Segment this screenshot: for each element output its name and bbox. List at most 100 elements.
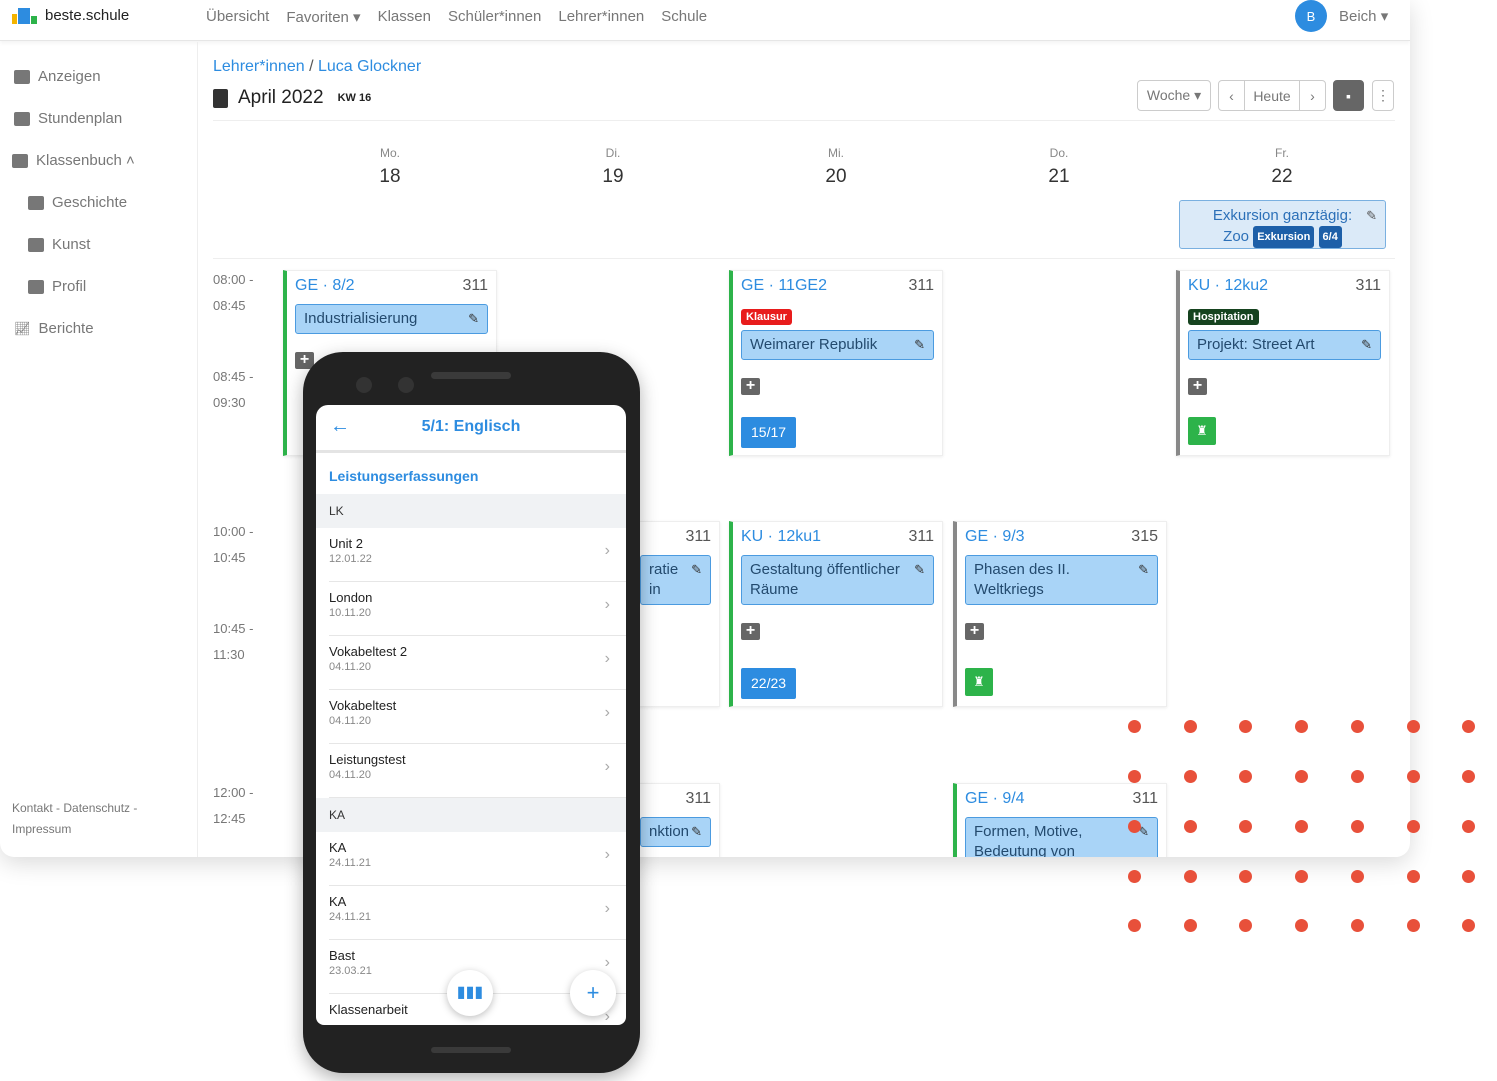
status-icon[interactable]: ♜ <box>965 668 993 696</box>
add-button[interactable]: + <box>570 970 616 1016</box>
decorative-dot <box>1239 919 1253 932</box>
list-item[interactable]: KA 24.11.21 › <box>329 832 626 886</box>
item-name: Vokabeltest <box>329 698 397 713</box>
lesson-room: 311 <box>1355 277 1381 294</box>
chevron-right-icon: › <box>604 846 610 863</box>
status-icon[interactable]: ♜ <box>1188 417 1216 445</box>
decorative-dot <box>1128 770 1141 783</box>
page-title: April 2022 KW 16 <box>213 87 371 109</box>
user-menu[interactable]: B Beich ▾ <box>1295 0 1388 32</box>
logo-icon <box>12 6 37 24</box>
list-item[interactable]: Unit 2 12.01.22 › <box>329 528 626 582</box>
sidebar-item-geschichte[interactable]: Geschichte <box>28 194 127 211</box>
list-item[interactable]: Leistungstest 04.11.20 › <box>329 744 626 798</box>
pencil-icon[interactable]: ✎ <box>914 560 925 580</box>
nav-schule[interactable]: Schule <box>661 8 707 26</box>
group-header: KA <box>316 798 626 832</box>
app-logo[interactable]: beste.schule <box>12 6 129 24</box>
lesson-topic[interactable]: nktion ✎ <box>640 817 711 847</box>
pencil-icon[interactable]: ✎ <box>691 560 702 580</box>
breadcrumb-current[interactable]: Luca Glockner <box>318 58 421 75</box>
sidebar-item-kunst[interactable]: Kunst <box>28 236 90 253</box>
lesson-topic[interactable]: Projekt: Street Art ✎ <box>1188 330 1381 360</box>
list-item[interactable]: Vokabeltest 04.11.20 › <box>329 690 626 744</box>
add-icon[interactable]: + <box>965 623 984 640</box>
lesson-class[interactable]: KU · 12ku1 <box>741 528 821 546</box>
list-item[interactable]: London 10.11.20 › <box>329 582 626 636</box>
list-item[interactable]: KA 24.11.21 › <box>329 886 626 940</box>
lesson-class[interactable]: GE · 9/4 <box>965 790 1025 808</box>
label: Berichte <box>38 320 94 337</box>
time-slot: 12:00 - 12:45 <box>213 780 253 832</box>
footer-links[interactable]: Kontakt - Datenschutz - Impressum <box>12 798 162 840</box>
pencil-icon[interactable]: ✎ <box>468 309 479 329</box>
attendance-count[interactable]: 22/23 <box>741 668 797 699</box>
prev-button[interactable]: ‹ <box>1218 80 1245 111</box>
add-icon[interactable]: + <box>741 623 760 640</box>
nav-favoriten[interactable]: Favoriten ▾ <box>286 8 360 26</box>
more-icon[interactable]: ⋮ <box>1372 80 1394 111</box>
phone-title: 5/1: Englisch <box>421 418 521 435</box>
sidebar-item-profil[interactable]: Profil <box>28 278 86 295</box>
day-date: 19 <box>602 166 624 187</box>
lesson-tag: Hospitation <box>1188 309 1259 325</box>
month-title: April 2022 <box>238 87 324 108</box>
nav-klassen[interactable]: Klassen <box>378 8 431 26</box>
sidebar-item-berichte[interactable]: 📈︎ Berichte <box>14 320 94 337</box>
topic-text: Industrialisierung <box>304 310 418 327</box>
calendar-icon[interactable]: ▪ <box>1333 80 1364 111</box>
lesson-class[interactable]: GE · 9/3 <box>965 528 1025 546</box>
decorative-dot <box>1406 919 1420 932</box>
lesson-card[interactable]: KU · 12ku2 311 Hospitation Projekt: Street … <box>1176 270 1390 456</box>
add-icon[interactable]: + <box>741 378 760 395</box>
time-end: 08:45 <box>213 298 246 313</box>
sidebar: Anzeigen Stundenplan Klassenbuch ˄ Gesch… <box>0 42 198 857</box>
lesson-class[interactable]: GE · 8/2 <box>295 277 355 295</box>
lesson-class[interactable]: GE · 11GE2 <box>741 277 827 295</box>
label: Stundenplan <box>38 110 123 127</box>
list-item[interactable]: Vokabeltest 2 04.11.20 › <box>329 636 626 690</box>
sidebar-item-klassenbuch[interactable]: Klassenbuch ˄ <box>12 152 135 169</box>
allday-event[interactable]: Exkursion ganztägig: ✎ Zoo Exkursion 6/4 <box>1179 200 1386 249</box>
lesson-topic[interactable]: Gestaltung öffentlicher Räume ✎ <box>741 555 934 605</box>
lesson-topic[interactable]: ratie in ✎ <box>640 555 711 605</box>
breadcrumb-parent[interactable]: Lehrer*innen <box>213 58 305 75</box>
item-name: Bast <box>329 948 356 963</box>
attendance-count[interactable]: 15/17 <box>741 417 797 448</box>
chart-bar-icon[interactable]: ▮▮▮ <box>447 970 493 1016</box>
nav-lehrer[interactable]: Lehrer*innen <box>558 8 644 26</box>
lesson-topic[interactable]: Weimarer Republik ✎ <box>741 330 934 360</box>
lesson-card[interactable]: KU · 12ku1 311 Gestaltung öffentlicher Räu… <box>729 521 943 707</box>
next-button[interactable]: › <box>1299 80 1326 111</box>
day-name: Do. <box>1049 146 1069 160</box>
lesson-topic[interactable]: Phasen des II. Weltkriegs ✎ <box>965 555 1158 605</box>
today-button[interactable]: Heute <box>1244 80 1300 111</box>
pencil-icon[interactable]: ✎ <box>1138 560 1149 580</box>
time-slot: 10:45 - 11:30 <box>213 616 253 668</box>
add-icon[interactable]: + <box>1188 378 1207 395</box>
pencil-icon[interactable]: ✎ <box>691 822 702 842</box>
time-end: 09:30 <box>213 395 246 410</box>
decorative-dot <box>1350 820 1364 833</box>
sidebar-item-stundenplan[interactable]: Stundenplan <box>14 110 122 127</box>
camera-icon <box>356 377 372 393</box>
sidebar-item-anzeigen[interactable]: Anzeigen <box>14 68 101 85</box>
lesson-topic[interactable]: Industrialisierung ✎ <box>295 304 488 334</box>
decorative-dot <box>1350 870 1364 883</box>
day-date: 22 <box>1271 166 1293 187</box>
nav-schueler[interactable]: Schüler*innen <box>448 8 541 26</box>
chevron-right-icon: › <box>604 900 610 917</box>
pencil-icon[interactable]: ✎ <box>1361 335 1372 355</box>
grid-icon <box>14 111 30 126</box>
decorative-dot <box>1183 720 1197 733</box>
pencil-icon[interactable]: ✎ <box>1366 206 1377 226</box>
nav-uebersicht[interactable]: Übersicht <box>206 8 269 26</box>
lesson-class[interactable]: KU · 12ku2 <box>1188 277 1268 295</box>
pencil-icon[interactable]: ✎ <box>914 335 925 355</box>
day-date: 21 <box>1048 166 1070 187</box>
lesson-card[interactable]: GE · 9/3 315 Phasen des II. Weltkriegs ✎ + ♜ <box>953 521 1167 707</box>
decorative-dot <box>1183 919 1197 932</box>
lesson-card[interactable]: GE · 11GE2 311 Klausur Weimarer Republik ✎ +1… <box>729 270 943 456</box>
lesson-room: 311 <box>685 790 711 807</box>
view-select[interactable]: Woche ▾ <box>1137 80 1211 111</box>
